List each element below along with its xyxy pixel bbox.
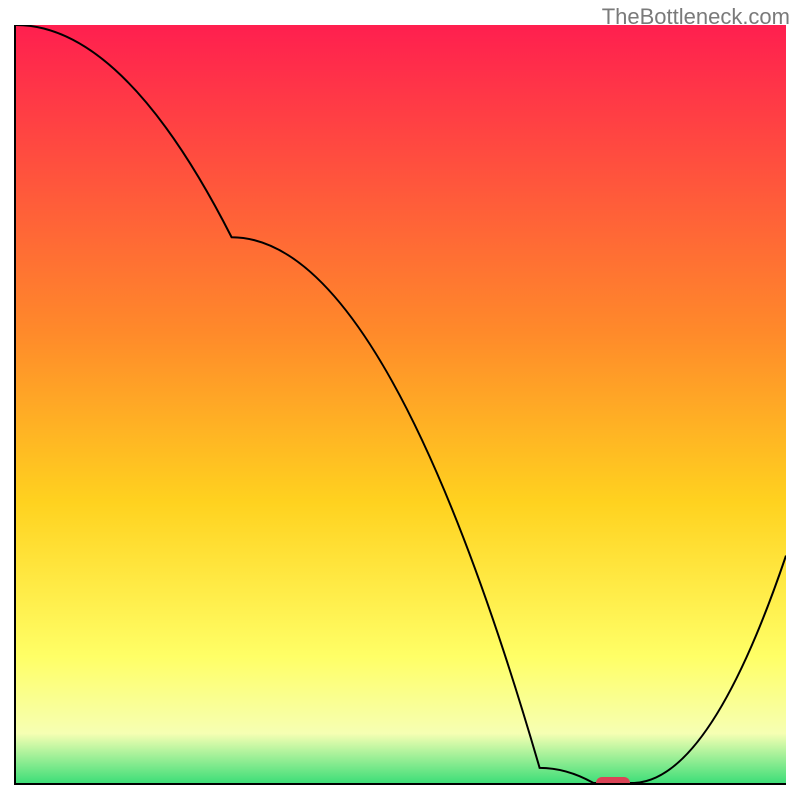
bottleneck-curve: [16, 25, 786, 783]
optimum-marker: [596, 777, 630, 785]
plot-area: [14, 25, 786, 785]
chart-frame: TheBottleneck.com: [0, 0, 800, 800]
